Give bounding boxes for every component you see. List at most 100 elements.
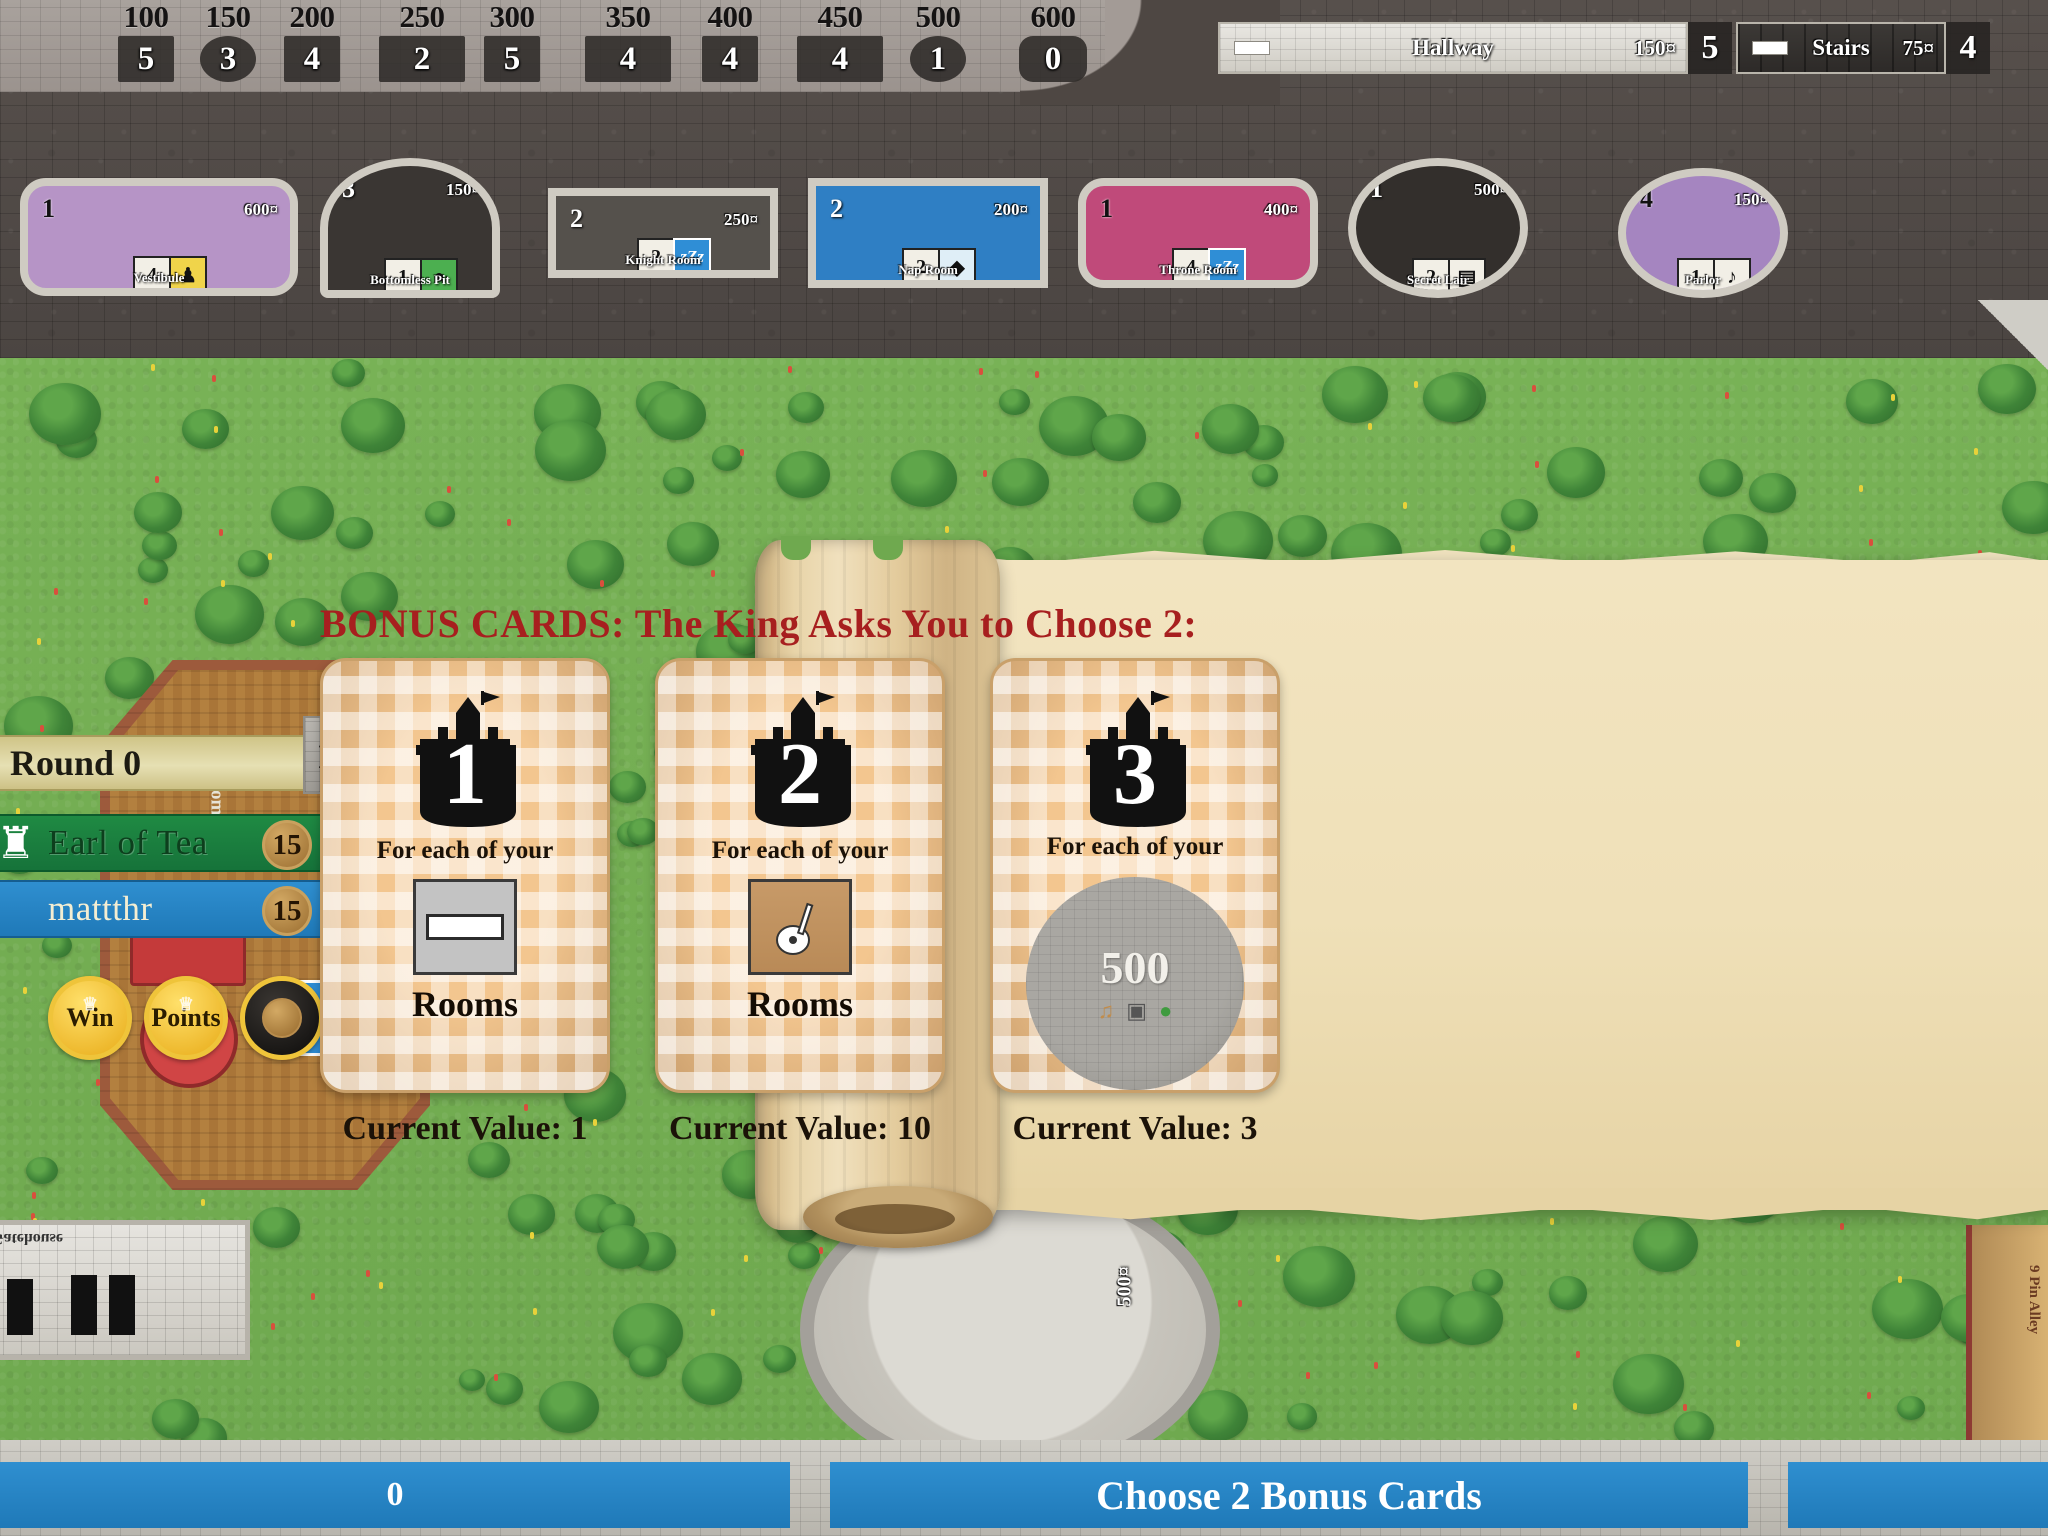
bush [1091, 414, 1146, 461]
price-label: 200 [289, 0, 336, 34]
flower-fleck [218, 528, 223, 536]
room-price: 600¤ [244, 200, 278, 219]
map-gatehouse[interactable]: Gatehouse [0, 1220, 250, 1360]
market-room-tile-secret-lair[interactable]: 1 500¤ 2 ▤ Secret Lair [1348, 158, 1528, 298]
bonus-card-1[interactable]: 1 For each of your Rooms [320, 658, 610, 1093]
bonus-card-3[interactable]: 3 For each of your 500 ♫ ▣ ● [990, 658, 1280, 1093]
market-room-tile-parlor[interactable]: 4 150¤ 1 ♪ Parlor [1618, 168, 1788, 298]
market-room-tile-knight-room[interactable]: 2 250¤ 2 zZz Knight Room [548, 188, 778, 278]
bush [1845, 378, 1898, 424]
flower-fleck [743, 1254, 748, 1262]
flower-fleck [1238, 1300, 1243, 1308]
points-medal[interactable]: ♕ Points [144, 976, 228, 1060]
bonus-card-current-value: Current Value: 1 [342, 1110, 588, 1147]
bush [1321, 366, 1388, 423]
player-name: mattthr [48, 889, 153, 928]
bush [788, 1241, 820, 1270]
bush [1977, 363, 2037, 414]
price-label: 100 [123, 0, 170, 34]
price-column-300: 300 5 [472, 0, 552, 82]
for-each-label: For each of your [1046, 833, 1224, 861]
activity-icon: ▣ [1126, 997, 1147, 1023]
bush [425, 501, 456, 528]
flower-fleck [1683, 1403, 1688, 1411]
flower-fleck [533, 1308, 538, 1316]
bush [142, 530, 177, 561]
hallway-bar-icon [426, 914, 504, 940]
lute-room-token-icon [748, 879, 852, 975]
money-medal[interactable] [240, 976, 324, 1060]
hallway-price: 150¤ [1634, 35, 1676, 60]
map-nine-pin-alley[interactable]: 9 Pin Alley [1966, 1225, 2048, 1440]
price-column-450: 450 4 [792, 0, 888, 82]
bush [134, 491, 183, 534]
token-icon-group: ♫ ▣ ● [1098, 998, 1173, 1024]
room-name: Secret Lair [1406, 272, 1470, 287]
flower-fleck [220, 579, 225, 587]
flower-fleck [1576, 1351, 1581, 1358]
bush [335, 516, 374, 549]
room-tile-art: 1 500¤ 2 ▤ Secret Lair [1348, 158, 1528, 298]
room-name: Throne Room [1159, 262, 1237, 277]
status-bar: 0 Choose 2 Bonus Cards [0, 1462, 2048, 1528]
price-label: 450 [817, 0, 864, 34]
market-tile-stairs[interactable]: Stairs 75¤ [1736, 22, 1946, 74]
for-each-label: For each of your [376, 837, 554, 864]
bonus-card-2[interactable]: 2 For each of your Rooms [655, 658, 945, 1093]
room-castle-count: 2 [830, 194, 843, 223]
corner-fold-decoration [1978, 300, 2048, 370]
bush [662, 467, 694, 494]
bush [1546, 447, 1606, 498]
bush [1286, 1403, 1317, 1430]
flower-fleck [1573, 1403, 1578, 1411]
price-column-600: 600 0 [1010, 0, 1096, 82]
price-count: 5 [118, 36, 174, 82]
price-label: 600 [1030, 0, 1077, 34]
bush [237, 549, 270, 578]
flower-fleck [1858, 484, 1863, 492]
castle-icon: 2 [725, 687, 875, 835]
scroll-notch-left [781, 536, 811, 560]
bush [538, 1381, 599, 1433]
flower-fleck [494, 1374, 499, 1382]
bush [1613, 1353, 1684, 1415]
flower-fleck [53, 587, 58, 595]
hallway-supply-count: 5 [1688, 22, 1732, 74]
market-room-tile-nap-room[interactable]: 2 200¤ 2 ◆ Nap Room [808, 178, 1048, 288]
bush [629, 1345, 667, 1378]
price-label: 400 [707, 0, 754, 34]
bush [340, 398, 405, 454]
room-castle-count: 1 [42, 194, 55, 223]
tree-icon: ● [1159, 997, 1173, 1023]
bonus-card-slot-1: 1 For each of your Rooms Current Value: 1 [320, 658, 610, 1147]
flower-fleck [1306, 1372, 1311, 1380]
bush [2002, 480, 2048, 535]
bush [682, 1353, 743, 1405]
flower-fleck [978, 368, 983, 376]
status-right-panel [1788, 1462, 2048, 1528]
room-tile-art: 2 200¤ 2 ◆ Nap Room [808, 178, 1048, 288]
win-medal[interactable]: ♕ Win [48, 976, 132, 1060]
room-price: 150¤ [446, 180, 480, 199]
bush [1251, 464, 1278, 487]
bush [28, 382, 101, 445]
castle-icon: ♜ [0, 819, 36, 868]
bush [332, 358, 365, 387]
room-tile-art: 3 150¤ 1 ● Bottomless Pit [320, 158, 500, 298]
market-room-tile-bottomless-pit[interactable]: 3 150¤ 1 ● Bottomless Pit [320, 158, 500, 298]
flower-fleck [447, 486, 452, 494]
price-count: 3 [200, 36, 256, 82]
bush [1548, 1276, 1588, 1310]
flower-fleck [529, 1231, 534, 1239]
flower-fleck [1195, 431, 1200, 439]
market-room-tile-throne-room[interactable]: 1 400¤ 4 zZz Throne Room [1078, 178, 1318, 288]
gatehouse-marker-c [109, 1275, 135, 1335]
room-name: Bottomless Pit [370, 272, 450, 287]
price-count: 4 [702, 36, 758, 82]
market-tile-hallway[interactable]: Hallway 150¤ [1218, 22, 1688, 74]
market-room-tile-vestibule[interactable]: 1 600¤ 4 ♟ Vestibule [20, 178, 298, 296]
bush [1283, 1245, 1355, 1308]
castle-multiplier: 2 [778, 726, 822, 823]
flower-fleck [1035, 370, 1040, 378]
castle-multiplier: 3 [1113, 726, 1157, 823]
